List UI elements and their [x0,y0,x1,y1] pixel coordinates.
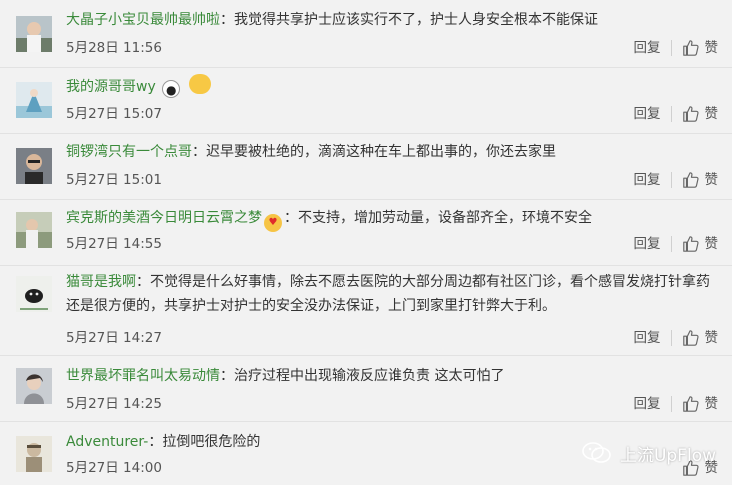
reply-button[interactable]: 回复 [634,38,661,58]
reply-button[interactable]: 回复 [634,170,661,190]
comment-body: 宾克斯的美酒今日明日云霄之梦 ♥ ：不支持，增加劳动量，设备部齐全，环境不安全 [66,206,714,232]
comment-list: 大晶子小宝贝最帅最帅啦：我觉得共享护士应该实行不了，护士人身安全根本不能保证 5… [0,0,732,485]
reply-button[interactable]: 回复 [634,104,661,124]
divider [670,40,672,56]
comment-time: 5月27日 14:55 [66,236,162,252]
comment-item: 宾克斯的美酒今日明日云霄之梦 ♥ ：不支持，增加劳动量，设备部齐全，环境不安全 5月… [0,200,732,266]
comment-text: ：不支持，增加劳动量，设备部齐全，环境不安全 [284,210,592,226]
avatar[interactable] [16,16,52,52]
comment-username[interactable]: Adventurer- [66,434,148,450]
like-label: 赞 [704,40,719,56]
comment-meta: 5月27日 14:25 回复 赞 [66,394,718,414]
like-button[interactable]: 赞 [682,394,719,414]
thumbs-up-icon [682,396,699,412]
comment-item: 大晶子小宝贝最帅最帅啦：我觉得共享护士应该实行不了，护士人身安全根本不能保证 5… [0,0,732,68]
divider [670,106,672,122]
comment-body: Adventurer-：拉倒吧很危险的 [66,430,714,454]
comment-text: ：不觉得是什么好事情，除去不愿去医院的大部分周边都有社区门诊，看个感冒发烧打针拿… [66,274,710,314]
comment-body: 世界最坏罪名叫太易动情：治疗过程中出现输液反应谁负责 这太可怕了 [66,364,714,388]
thumbs-up-icon [682,40,699,56]
comment-text: ：治疗过程中出现输液反应谁负责 这太可怕了 [220,368,505,384]
reply-button[interactable]: 回复 [634,328,661,348]
comment-actions: 回复 赞 [634,170,719,190]
comment-item: Adventurer-：拉倒吧很危险的 5月27日 14:00 赞 [0,422,732,485]
comment-time: 5月27日 15:07 [66,106,162,122]
thumbs-up-icon [682,172,699,188]
like-button[interactable]: 赞 [682,104,719,124]
like-label: 赞 [704,330,719,346]
avatar[interactable] [16,212,52,248]
avatar[interactable] [16,82,52,118]
comment-actions: 回复 赞 [634,104,719,124]
comment-meta: 5月27日 15:07 回复 赞 [66,104,718,124]
comment-body: 大晶子小宝贝最帅最帅啦：我觉得共享护士应该实行不了，护士人身安全根本不能保证 [66,8,714,32]
comment-item: 铜锣湾只有一个点哥：迟早要被杜绝的，滴滴这种在车上都出事的，你还去家里 5月27… [0,134,732,200]
comment-text: ：拉倒吧很危险的 [148,434,261,450]
divider [670,330,672,346]
comment-meta: 5月27日 14:55 回复 赞 [66,234,718,254]
comment-username[interactable]: 铜锣湾只有一个点哥 [66,144,192,160]
comment-actions: 回复 赞 [634,234,719,254]
comment-body: 铜锣湾只有一个点哥：迟早要被杜绝的，滴滴这种在车上都出事的，你还去家里 [66,140,714,164]
comment-time: 5月27日 15:01 [66,172,162,188]
like-label: 赞 [704,172,719,188]
reply-button[interactable]: 回复 [634,394,661,414]
comment-item: 猫哥是我啊：不觉得是什么好事情，除去不愿去医院的大部分周边都有社区门诊，看个感冒… [0,266,732,356]
like-label: 赞 [704,460,719,476]
like-button[interactable]: 赞 [682,170,719,190]
thumbs-up-icon [682,330,699,346]
comment-body: 猫哥是我啊：不觉得是什么好事情，除去不愿去医院的大部分周边都有社区门诊，看个感冒… [66,270,714,318]
comment-username[interactable]: 大晶子小宝贝最帅最帅啦 [66,12,220,28]
hug-emoji-icon [188,74,211,94]
avatar[interactable] [16,276,52,312]
avatar[interactable] [16,148,52,184]
thumbs-up-icon [682,236,699,252]
comment-actions: 回复 赞 [634,328,719,348]
divider [670,396,672,412]
avatar[interactable] [16,368,52,404]
panda-emoji-icon: ● [162,80,181,98]
like-button[interactable]: 赞 [682,458,719,478]
divider [670,172,672,188]
like-label: 赞 [704,396,719,412]
comment-username[interactable]: 宾克斯的美酒今日明日云霄之梦 [66,210,262,226]
comment-username[interactable]: 我的源哥哥wy [66,79,156,95]
comment-time: 5月27日 14:00 [66,460,162,476]
comment-actions: 赞 [682,458,719,478]
like-button[interactable]: 赞 [682,328,719,348]
like-label: 赞 [704,236,719,252]
comment-meta: 5月27日 14:00 赞 [66,458,718,478]
avatar[interactable] [16,436,52,472]
like-label: 赞 [704,106,719,122]
comment-username[interactable]: 猫哥是我啊 [66,274,136,290]
comment-text: ：我觉得共享护士应该实行不了，护士人身安全根本不能保证 [220,12,598,28]
comment-meta: 5月28日 11:56 回复 赞 [66,38,718,58]
thumbs-up-icon [682,106,699,122]
comment-username[interactable]: 世界最坏罪名叫太易动情 [66,368,220,384]
comment-item: 世界最坏罪名叫太易动情：治疗过程中出现输液反应谁负责 这太可怕了 5月27日 1… [0,356,732,422]
like-button[interactable]: 赞 [682,234,719,254]
comment-actions: 回复 赞 [634,394,719,414]
comment-meta: 5月27日 15:01 回复 赞 [66,170,718,190]
comment-time: 5月27日 14:27 [66,330,162,346]
comment-body: 我的源哥哥wy ● [66,74,714,99]
comment-item: 我的源哥哥wy ● 5月27日 15:07 回复 赞 [0,68,732,134]
divider [670,236,672,252]
thumbs-up-icon [682,460,699,476]
comment-text: ：迟早要被杜绝的，滴滴这种在车上都出事的，你还去家里 [192,144,556,160]
comment-actions: 回复 赞 [634,38,719,58]
like-button[interactable]: 赞 [682,38,719,58]
comment-time: 5月27日 14:25 [66,396,162,412]
comment-meta: 5月27日 14:27 回复 赞 [66,328,718,348]
comment-time: 5月28日 11:56 [66,40,162,56]
heart-eyes-emoji-icon: ♥ [264,214,282,232]
reply-button[interactable]: 回复 [634,234,661,254]
